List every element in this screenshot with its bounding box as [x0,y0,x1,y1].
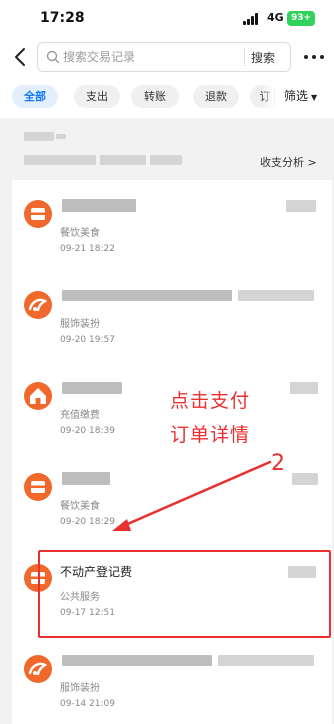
annotation-step-number: 2 [271,451,285,476]
blurred-amount [238,290,314,301]
caret-down-icon: ▼ [311,93,318,102]
food-icon [24,200,52,228]
blurred-merchant [62,290,232,301]
blurred-month-suffix [56,134,66,139]
search-button[interactable]: 搜索 [251,49,275,66]
status-time: 17:28 [40,10,85,26]
more-icon[interactable] [301,48,327,66]
annotation-line-1: 点击支付 [170,390,251,412]
record-time: 09-20 18:39 [60,426,115,436]
taobao-icon [24,655,52,683]
home-icon [24,382,52,410]
blurred-merchant [62,655,212,666]
blurred-amount [292,473,318,485]
filter-fade [262,82,274,112]
blurred-summary-c [150,155,182,165]
record-time: 09-14 21:09 [60,699,115,709]
highlight-box [38,550,331,638]
record-time: 09-21 18:22 [60,244,115,254]
search-icon [46,50,60,64]
transaction-row[interactable]: 服饰装扮 09-20 19:57 [12,271,332,361]
search-box[interactable]: 搜索 [37,42,291,72]
month-summary: 收支分析 > [0,118,334,178]
network-label: 4G [267,11,284,24]
record-category: 服饰装扮 [60,683,100,694]
blurred-amount [290,382,318,394]
blurred-amount [286,200,316,212]
filter-row: 全部 支出 转账 退款 订 筛选▼ [0,76,334,118]
blurred-summary-a [24,155,96,165]
search-divider [244,48,245,66]
taobao-icon [24,291,52,319]
record-category: 餐饮美食 [60,501,100,512]
food-icon [24,473,52,501]
nav-bar: 搜索 [0,38,334,76]
blurred-amount [218,655,314,666]
record-category: 充值缴费 [60,410,100,421]
search-input[interactable] [63,47,238,67]
filter-button[interactable]: 筛选 ▼ [275,85,334,108]
filter-chip-transfer[interactable]: 转账 [131,85,179,108]
record-category: 餐饮美食 [60,228,100,239]
signal-icon [243,13,263,25]
record-time: 09-20 19:57 [60,335,115,345]
record-category: 服饰装扮 [60,319,100,330]
back-arrow-icon[interactable] [10,44,32,70]
record-time: 09-20 18:29 [60,517,115,527]
filter-label: 筛选 [284,89,309,103]
blurred-month [24,132,54,141]
status-bar: 17:28 4G 93+ [0,0,334,38]
battery-icon: 93+ [287,11,315,26]
filter-chip-expense[interactable]: 支出 [74,85,120,108]
transaction-row[interactable]: 餐饮美食 09-21 18:22 [12,180,332,270]
annotation-line-2: 订单详情 [170,424,251,446]
analysis-link[interactable]: 收支分析 > [260,154,317,170]
transaction-row[interactable]: 服饰装扮 09-14 21:09 [12,635,332,724]
blurred-merchant [62,472,110,485]
filter-chip-refund[interactable]: 退款 [193,85,239,108]
blurred-merchant [62,382,122,394]
filter-chip-all[interactable]: 全部 [12,85,58,108]
blurred-summary-b [100,155,146,165]
blurred-merchant [62,199,136,212]
